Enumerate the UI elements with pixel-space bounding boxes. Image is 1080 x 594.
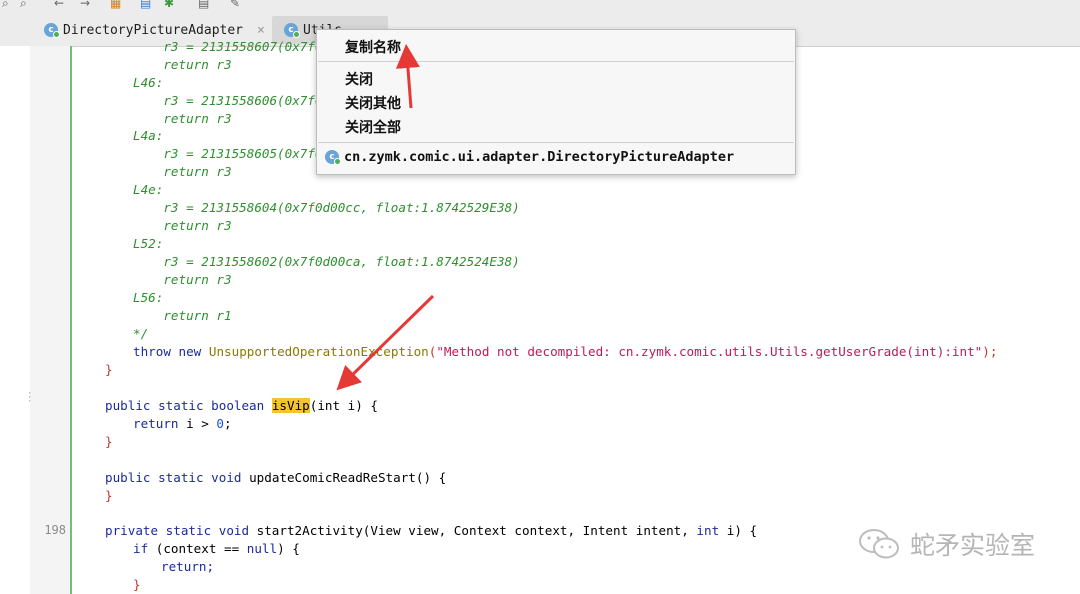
arrow-to-isvip [336, 294, 435, 391]
watermark-text: 蛇矛实验室 [910, 531, 1036, 560]
wechat-icon [859, 529, 899, 559]
watermark: 蛇矛实验室 [858, 526, 1035, 562]
arrow-to-copy-name [395, 44, 420, 109]
annotation-arrows [336, 44, 435, 391]
